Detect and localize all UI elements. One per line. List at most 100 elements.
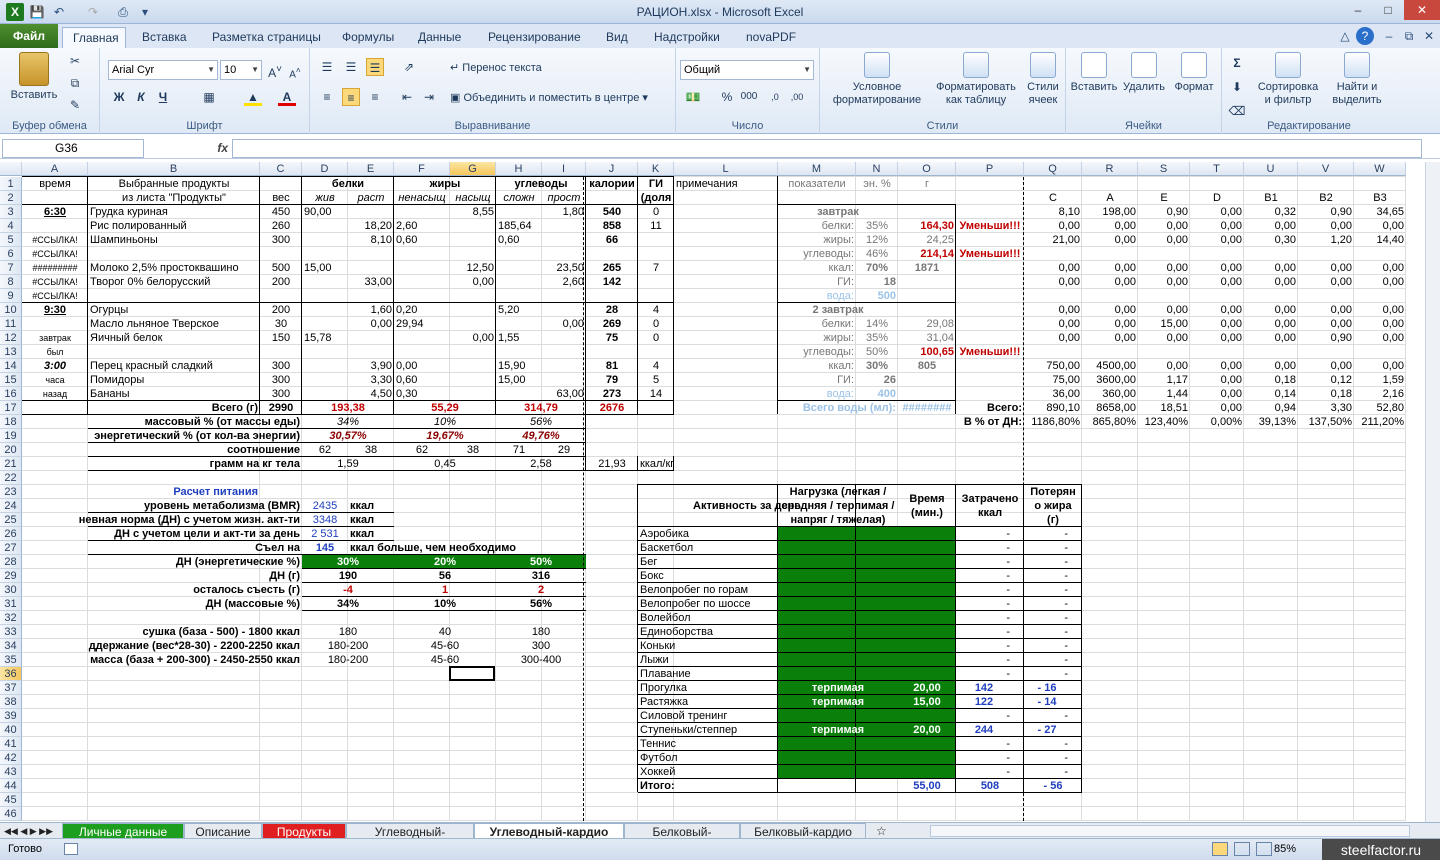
worksheet-grid[interactable]: A B C D E F G H I J K L M N O P Q R S T U V W 1 2 3 4 5 6 7 8 9 10 11 12 13… [0, 162, 1425, 822]
cell-K11[interactable]: 0 [638, 317, 674, 331]
cell-A10[interactable]: 9:30 [22, 303, 88, 317]
tab-novapdf[interactable]: novaPDF [736, 27, 806, 48]
cell-D19[interactable]: 30,57% [302, 429, 394, 443]
activity-name[interactable]: Баскетбол [638, 541, 778, 555]
activity-kcal[interactable]: - [956, 625, 1024, 639]
cell-B21[interactable]: грамм на кг тела [88, 457, 302, 471]
cell-H34[interactable]: 300 [496, 639, 586, 653]
cell-T17[interactable]: 0,00 [1190, 401, 1244, 415]
activity-load[interactable] [778, 709, 898, 723]
cell-B31[interactable]: ДН (массовые %) [88, 597, 302, 611]
activity-fat[interactable]: - [1024, 611, 1082, 625]
cell-G3[interactable]: 8,55 [450, 205, 496, 219]
cell-C3[interactable]: 450 [260, 205, 302, 219]
activity-kcal[interactable]: 244 [956, 723, 1024, 737]
cell-N15[interactable]: 26 [856, 373, 898, 387]
doc-close-icon[interactable]: ✕ [1420, 27, 1438, 45]
cell-N9[interactable]: 500 [856, 289, 898, 303]
cell-R7[interactable]: 0,00 [1082, 261, 1138, 275]
column-header[interactable]: A [22, 162, 88, 176]
cell-V11[interactable]: 0,00 [1298, 317, 1354, 331]
cell-Q4[interactable]: 0,00 [1024, 219, 1082, 233]
cell-B30[interactable]: осталось съесть (г) [88, 583, 302, 597]
cell-F17[interactable]: 55,29 [394, 401, 496, 415]
sort-filter-button[interactable]: Сортировка и фильтр [1254, 52, 1322, 107]
cell-K10[interactable]: 4 [638, 303, 674, 317]
doc-restore-icon[interactable]: ⧉ [1400, 27, 1418, 45]
horizontal-scrollbar[interactable] [930, 825, 1410, 837]
cell-V7[interactable]: 0,00 [1298, 261, 1354, 275]
cell-A15[interactable]: часа [22, 373, 88, 387]
cell-F18[interactable]: 10% [394, 415, 496, 429]
cell-F5[interactable]: 0,60 [394, 233, 450, 247]
cell-U10[interactable]: 0,00 [1244, 303, 1298, 317]
cell-B5[interactable]: Шампиньоны [88, 233, 260, 247]
column-header[interactable]: F [394, 162, 450, 176]
sheet-nav-icon[interactable]: ◀◀ ◀ ▶ ▶▶ [0, 823, 57, 839]
cell-A8[interactable]: #ССЫЛКА! [22, 275, 88, 289]
row-header[interactable]: 1 [0, 177, 22, 191]
cell-K7[interactable]: 7 [638, 261, 674, 275]
cell-E25[interactable]: ккал [348, 513, 394, 527]
cell-M7[interactable]: ккал: [778, 261, 856, 275]
cell-A3[interactable]: 6:30 [22, 205, 88, 219]
cell-E4[interactable]: 18,20 [348, 219, 394, 233]
row-header[interactable]: 13 [0, 345, 22, 359]
cell-H14[interactable]: 15,90 [496, 359, 542, 373]
cell-S3[interactable]: 0,90 [1138, 205, 1190, 219]
minimize-icon[interactable]: – [1344, 0, 1372, 20]
activity-kcal[interactable]: - [956, 527, 1024, 541]
font-color-icon[interactable]: A [278, 88, 296, 106]
activity-fat[interactable]: - [1024, 555, 1082, 569]
cell-M23[interactable]: Нагрузка (легкая / [778, 485, 898, 499]
minimize-ribbon-icon[interactable]: △ [1336, 27, 1354, 45]
cell-E20[interactable]: 38 [348, 443, 394, 457]
cell-R11[interactable]: 0,00 [1082, 317, 1138, 331]
shrink-font-icon[interactable]: A˄ [286, 61, 304, 80]
cell-N1[interactable]: эн. % [856, 177, 898, 191]
activity-name[interactable]: Прогулка [638, 681, 778, 695]
activity-fat[interactable]: - [1024, 569, 1082, 583]
cell-H28[interactable]: 50% [496, 555, 586, 569]
activity-kcal[interactable]: - [956, 653, 1024, 667]
cell-R18[interactable]: 865,80% [1082, 415, 1138, 429]
cell-E10[interactable]: 1,60 [348, 303, 394, 317]
row-header[interactable]: 31 [0, 597, 22, 611]
conditional-formatting-button[interactable]: Условное форматирование [824, 52, 930, 107]
cell-B14[interactable]: Перец красный сладкий [88, 359, 260, 373]
row-header[interactable]: 38 [0, 695, 22, 709]
cell-R12[interactable]: 0,00 [1082, 331, 1138, 345]
cell-D12[interactable]: 15,78 [302, 331, 348, 345]
sheet-tab[interactable]: Продукты [262, 823, 346, 839]
cell-D24[interactable]: 2435 [302, 499, 348, 513]
column-header[interactable]: S [1138, 162, 1190, 176]
cell-M16[interactable]: вода: [778, 387, 856, 401]
cell-V4[interactable]: 0,00 [1298, 219, 1354, 233]
cell-J14[interactable]: 81 [586, 359, 638, 373]
increase-decimal-icon[interactable]: ,0 [766, 88, 784, 106]
cell-G20[interactable]: 38 [450, 443, 496, 457]
activity-fat[interactable]: - [1024, 625, 1082, 639]
activity-fat[interactable]: - 27 [1024, 723, 1082, 737]
column-header[interactable]: P [956, 162, 1024, 176]
cell-Q12[interactable]: 0,00 [1024, 331, 1082, 345]
cell-E5[interactable]: 8,10 [348, 233, 394, 247]
activity-name[interactable]: Ступеньки/степпер [638, 723, 778, 737]
cell-P23[interactable]: Затрачено [956, 492, 1024, 506]
column-header[interactable]: U [1244, 162, 1298, 176]
cell-T4[interactable]: 0,00 [1190, 219, 1244, 233]
cell-O17[interactable]: ######## [898, 401, 956, 415]
cell-U17[interactable]: 0,94 [1244, 401, 1298, 415]
row-header[interactable]: 2 [0, 191, 22, 205]
cell-H10[interactable]: 5,20 [496, 303, 542, 317]
activity-time[interactable] [898, 639, 956, 653]
activity-time[interactable]: 15,00 [898, 695, 956, 709]
activity-load[interactable] [778, 583, 898, 597]
align-top-icon[interactable]: ☰ [318, 58, 336, 76]
cell-F29[interactable]: 56 [394, 569, 496, 583]
cell-J21[interactable]: 21,93 [586, 457, 638, 471]
tab-home[interactable]: Главная [62, 27, 126, 48]
row-header[interactable]: 10 [0, 303, 22, 317]
row-header[interactable]: 43 [0, 765, 22, 779]
activity-kcal[interactable]: - [956, 737, 1024, 751]
